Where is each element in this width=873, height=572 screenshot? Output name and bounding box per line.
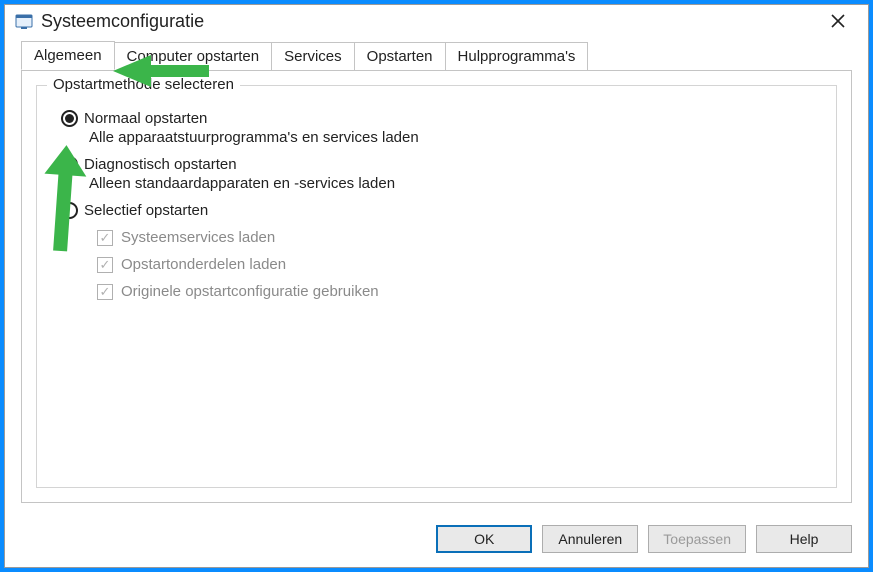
- checkbox-original-boot: ✓: [97, 284, 113, 300]
- titlebar: Systeemconfiguratie: [5, 5, 868, 40]
- tab-opstarten[interactable]: Opstarten: [354, 42, 446, 70]
- checkbox-label: Systeemservices laden: [121, 229, 275, 246]
- close-button[interactable]: [818, 12, 858, 32]
- tab-hulpprogrammas[interactable]: Hulpprogramma's: [445, 42, 589, 70]
- tab-panel: Opstartmethode selecteren Normaal opstar…: [21, 70, 852, 503]
- option-normal-startup: Normaal opstarten Alle apparaatstuurprog…: [61, 110, 820, 146]
- dialog-window: Systeemconfiguratie Algemeen Computer op…: [4, 4, 869, 568]
- radio-diagnostic-startup[interactable]: [61, 156, 78, 173]
- checkbox-row-system-services: ✓ Systeemservices laden: [97, 229, 820, 246]
- radio-label: Normaal opstarten: [84, 110, 207, 127]
- tab-services[interactable]: Services: [271, 42, 355, 70]
- radio-normal-startup[interactable]: [61, 110, 78, 127]
- cancel-button[interactable]: Annuleren: [542, 525, 638, 553]
- option-description: Alleen standaardapparaten en -services l…: [89, 175, 820, 192]
- ok-button[interactable]: OK: [436, 525, 532, 553]
- dialog-footer: OK Annuleren Toepassen Help: [5, 515, 868, 567]
- checkbox-startup-items: ✓: [97, 257, 113, 273]
- apply-button: Toepassen: [648, 525, 746, 553]
- option-diagnostic-startup: Diagnostisch opstarten Alleen standaarda…: [61, 156, 820, 192]
- selective-sub-options: ✓ Systeemservices laden ✓ Opstartonderde…: [97, 229, 820, 300]
- option-selective-startup: Selectief opstarten ✓ Systeemservices la…: [61, 202, 820, 300]
- option-description: Alle apparaatstuurprogramma's en service…: [89, 129, 820, 146]
- tab-strip: Algemeen Computer opstarten Services Ops…: [5, 40, 868, 70]
- startup-selection-group: Opstartmethode selecteren Normaal opstar…: [36, 85, 837, 488]
- checkbox-label: Originele opstartconfiguratie gebruiken: [121, 283, 379, 300]
- help-button[interactable]: Help: [756, 525, 852, 553]
- tab-computer-opstarten[interactable]: Computer opstarten: [114, 42, 273, 70]
- window-title: Systeemconfiguratie: [41, 11, 818, 32]
- group-title: Opstartmethode selecteren: [47, 76, 240, 93]
- checkbox-system-services: ✓: [97, 230, 113, 246]
- radio-label: Selectief opstarten: [84, 202, 208, 219]
- radio-selective-startup[interactable]: [61, 202, 78, 219]
- checkbox-row-original-boot: ✓ Originele opstartconfiguratie gebruike…: [97, 283, 820, 300]
- checkbox-row-startup-items: ✓ Opstartonderdelen laden: [97, 256, 820, 273]
- msconfig-icon: [15, 13, 33, 31]
- radio-label: Diagnostisch opstarten: [84, 156, 237, 173]
- tab-algemeen[interactable]: Algemeen: [21, 41, 115, 70]
- checkbox-label: Opstartonderdelen laden: [121, 256, 286, 273]
